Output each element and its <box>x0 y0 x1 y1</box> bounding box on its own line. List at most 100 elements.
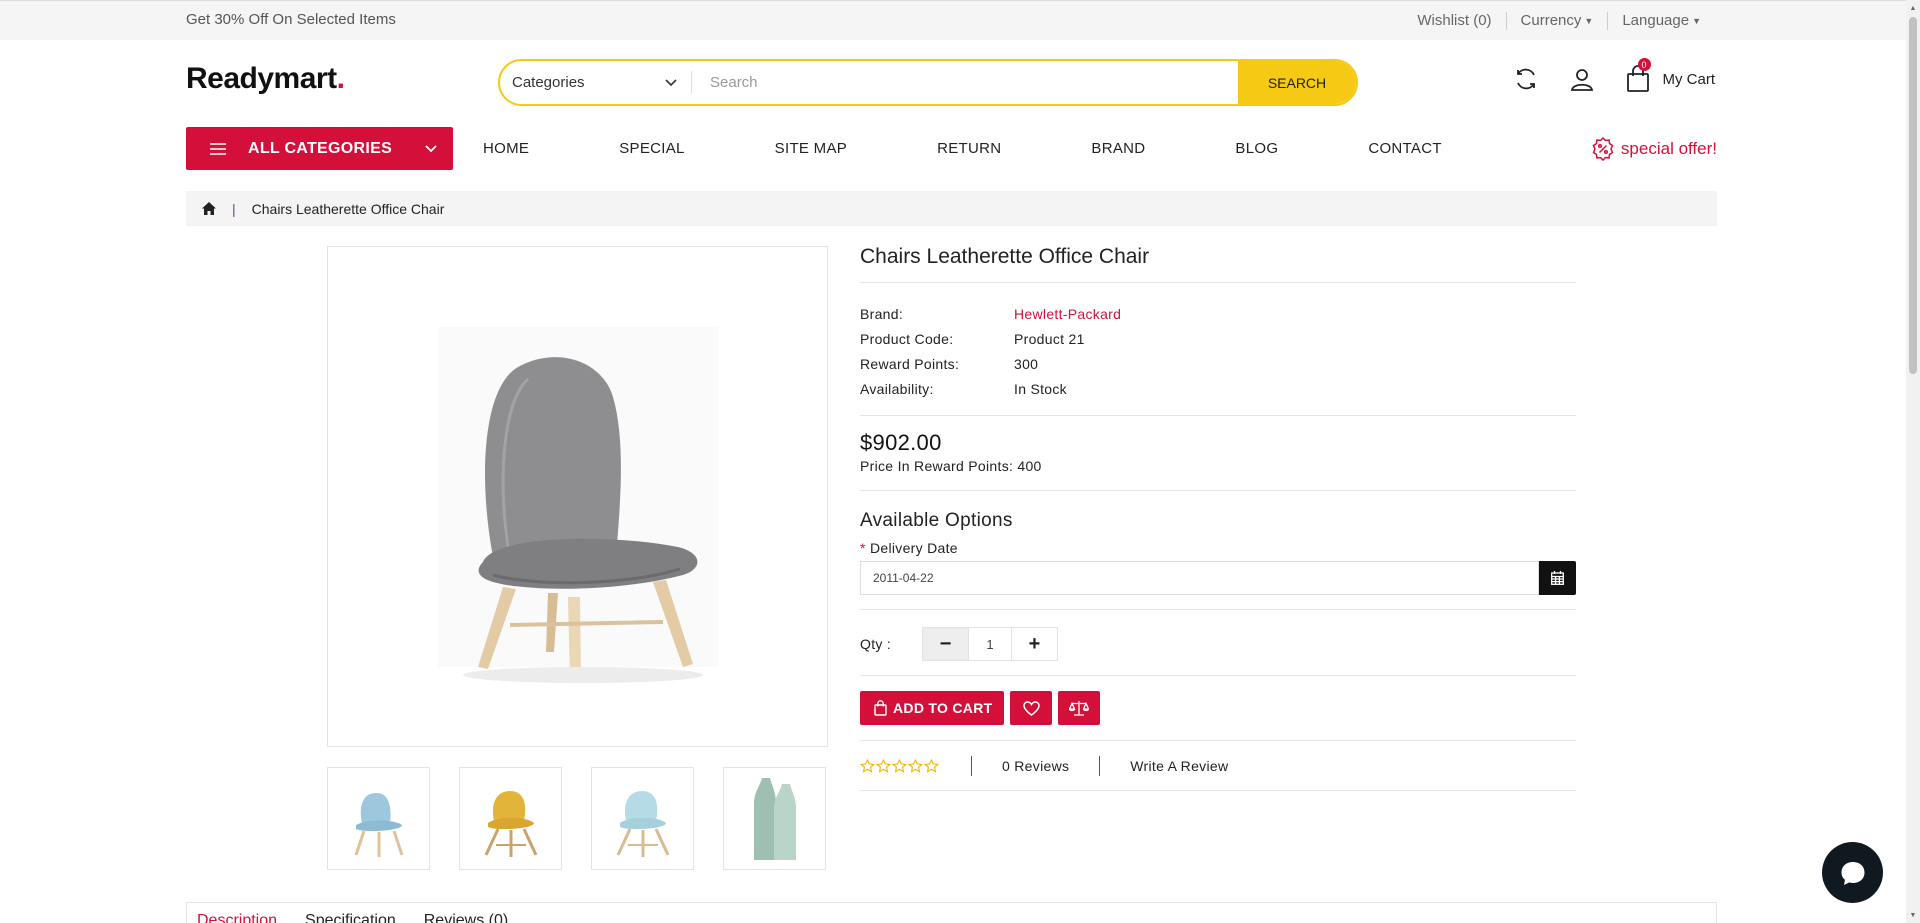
nav-link-return[interactable]: RETURN <box>937 140 1001 157</box>
search-category-label: Categories <box>512 74 585 91</box>
all-categories-button[interactable]: ALL CATEGORIES <box>186 127 453 170</box>
product-price: $902.00 <box>860 430 942 455</box>
chevron-down-icon <box>425 144 437 152</box>
spec-key: Product Code: <box>860 330 954 347</box>
thumbnail-grinders[interactable] <box>723 767 826 870</box>
wishlist-label: Wishlist (0) <box>1417 12 1492 29</box>
blue-chair-thumb-image <box>354 792 403 857</box>
spec-key: Availability: <box>860 380 934 397</box>
promo-text: Get 30% Off On Selected Items <box>186 11 396 28</box>
qty-decrease-button[interactable]: − <box>923 628 968 660</box>
currency-dropdown[interactable]: Currency ▼ <box>1505 12 1608 30</box>
spec-value: In Stock <box>1014 380 1067 397</box>
product-actions: ADD TO CART <box>860 676 1576 741</box>
wishlist-link[interactable]: Wishlist (0) <box>1403 12 1505 30</box>
account-icon[interactable] <box>1567 64 1597 94</box>
top-bar-links: Wishlist (0) Currency ▼ Language ▼ <box>1403 1 1906 41</box>
nav-link-special[interactable]: SPECIAL <box>619 140 684 157</box>
quantity-row: Qty : − 1 + <box>860 610 1576 676</box>
search-button[interactable]: SEARCH <box>1238 61 1356 104</box>
quantity-stepper: − 1 + <box>922 627 1058 661</box>
nav-link-home[interactable]: HOME <box>483 140 529 157</box>
nav-link-brand[interactable]: BRAND <box>1091 140 1145 157</box>
gray-chair-image <box>437 326 718 683</box>
product-specs: Brand: Hewlett-Packard Product Code: Produ… <box>860 283 1576 416</box>
all-categories-label: ALL CATEGORIES <box>248 139 393 157</box>
language-label: Language <box>1622 12 1690 29</box>
tab-description[interactable]: Description <box>197 912 277 923</box>
chevron-down-icon <box>665 78 677 86</box>
cart-label: My Cart <box>1662 70 1716 88</box>
add-to-cart-button[interactable]: ADD TO CART <box>860 691 1005 725</box>
search-category-select[interactable]: Categories <box>500 71 692 94</box>
scroll-down-arrow-icon[interactable]: ▼ <box>1906 907 1920 923</box>
calendar-icon <box>1551 571 1564 585</box>
cart-icon-wrap: 0 <box>1623 58 1653 94</box>
shopping-bag-icon <box>874 700 887 716</box>
spec-row-product-code: Product Code: Product 21 <box>860 326 1576 351</box>
yellow-chair-thumb-image <box>484 790 537 857</box>
reviews-link[interactable]: 0 Reviews <box>1002 758 1069 774</box>
discount-badge-icon <box>1592 137 1614 161</box>
breadcrumb-current: Chairs Leatherette Office Chair <box>251 200 445 217</box>
qty-label: Qty : <box>860 636 892 652</box>
delivery-date-group <box>860 561 1576 595</box>
spec-row-availability: Availability: In Stock <box>860 376 1576 401</box>
chat-bubble-icon <box>1841 861 1864 885</box>
rating-stars <box>860 758 939 773</box>
product-title: Chairs Leatherette Office Chair <box>860 246 1576 283</box>
scrollbar-thumb[interactable] <box>1909 17 1917 374</box>
star-icon <box>892 758 907 773</box>
spec-row-brand: Brand: Hewlett-Packard <box>860 301 1576 326</box>
thumbnail-yellow-chair[interactable] <box>459 767 562 870</box>
required-mark: * <box>860 540 866 556</box>
qty-input[interactable]: 1 <box>968 628 1012 660</box>
chat-widget-button[interactable] <box>1822 842 1883 903</box>
site-logo[interactable]: Readymart. <box>186 62 345 96</box>
main-nav: ALL CATEGORIES HOME SPECIAL SITE MAP RET… <box>186 127 1717 170</box>
wishlist-button[interactable] <box>1010 691 1053 725</box>
home-icon[interactable] <box>202 202 216 215</box>
product-main-image[interactable] <box>327 246 828 747</box>
search-input[interactable] <box>692 61 1238 104</box>
review-row: 0 Reviews Write A Review <box>860 741 1576 791</box>
brand-link[interactable]: Hewlett-Packard <box>1014 306 1121 322</box>
logo-text: Readymart <box>186 62 337 95</box>
menu-icon <box>210 142 226 155</box>
compare-icon[interactable] <box>1511 64 1541 94</box>
thumbnail-light-blue-chair[interactable] <box>591 767 694 870</box>
nav-links: HOME SPECIAL SITE MAP RETURN BRAND BLOG … <box>483 140 1532 157</box>
tab-reviews[interactable]: Reviews (0) <box>424 912 508 923</box>
spec-key: Brand: <box>860 305 904 322</box>
page-scrollbar[interactable]: ▲ ▼ <box>1906 0 1920 923</box>
light-blue-chair-thumb-image <box>616 790 669 857</box>
nav-link-site-map[interactable]: SITE MAP <box>775 140 847 157</box>
special-offer-link[interactable]: special offer! <box>1591 137 1717 161</box>
delivery-date-input[interactable] <box>860 561 1539 595</box>
breadcrumb: | Chairs Leatherette Office Chair <box>186 191 1717 226</box>
cart-button[interactable]: 0 My Cart <box>1623 58 1716 94</box>
compare-button[interactable] <box>1058 691 1101 725</box>
scroll-up-arrow-icon[interactable]: ▲ <box>1906 0 1920 16</box>
delivery-date-label-text: Delivery Date <box>869 540 958 556</box>
spec-value: Product 21 <box>1014 330 1085 347</box>
options-heading: Available Options <box>860 510 1013 531</box>
qty-increase-button[interactable]: + <box>1012 628 1057 660</box>
top-bar: Get 30% Off On Selected Items Wishlist (… <box>0 0 1906 40</box>
special-offer-label: special offer! <box>1620 139 1717 158</box>
calendar-button[interactable] <box>1539 561 1576 595</box>
language-dropdown[interactable]: Language ▼ <box>1607 12 1701 30</box>
add-to-cart-label: ADD TO CART <box>893 700 993 716</box>
search-bar: Categories SEARCH <box>498 59 1358 106</box>
available-options: Available Options * Delivery Date <box>860 491 1576 610</box>
heart-icon <box>1023 700 1040 716</box>
chevron-down-icon: ▼ <box>1584 16 1594 26</box>
nav-link-blog[interactable]: BLOG <box>1235 140 1278 157</box>
price-reward-points: Price In Reward Points: 400 <box>860 458 1042 474</box>
nav-link-contact[interactable]: CONTACT <box>1368 140 1441 157</box>
write-review-link[interactable]: Write A Review <box>1130 758 1228 774</box>
tab-specification[interactable]: Specification <box>305 912 396 923</box>
thumbnail-blue-chair[interactable] <box>327 767 430 870</box>
star-icon <box>860 758 875 773</box>
divider <box>1099 755 1101 776</box>
